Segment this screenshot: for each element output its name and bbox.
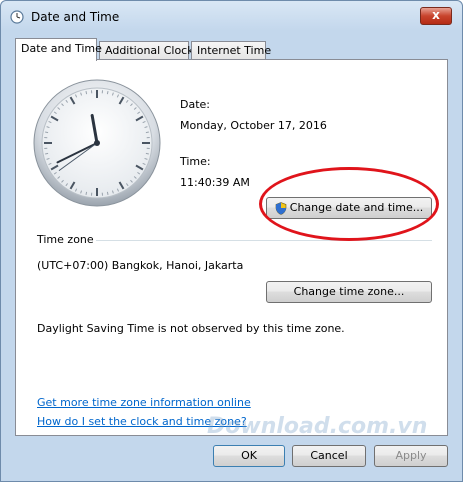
more-time-zone-info-link[interactable]: Get more time zone information online bbox=[37, 396, 251, 409]
time-zone-header: Time zone bbox=[37, 233, 94, 246]
time-zone-separator bbox=[96, 240, 432, 241]
minute-tick bbox=[145, 131, 149, 134]
window-title: Date and Time bbox=[31, 10, 120, 24]
minute-tick bbox=[85, 91, 88, 95]
date-time-dialog: Date and Time x Date and Time Additional… bbox=[0, 0, 463, 482]
dst-note: Daylight Saving Time is not observed by … bbox=[37, 322, 345, 335]
time-value: 11:40:39 AM bbox=[180, 176, 250, 189]
minute-tick bbox=[85, 191, 88, 195]
minute-tick bbox=[145, 152, 149, 155]
date-label: Date: bbox=[180, 98, 210, 111]
highlight-ellipse bbox=[259, 167, 439, 241]
clock-app-icon bbox=[10, 10, 24, 24]
tab-additional-clocks[interactable]: Additional Clocks bbox=[99, 41, 199, 60]
ok-button[interactable]: OK bbox=[213, 445, 285, 467]
close-button[interactable]: x bbox=[420, 7, 452, 25]
analog-clock bbox=[33, 79, 161, 207]
tab-panel: Date: Monday, October 17, 2016 Time: 11:… bbox=[15, 59, 448, 436]
watermark: Download.com.vn bbox=[207, 414, 428, 439]
clock-center bbox=[94, 140, 100, 146]
date-value: Monday, October 17, 2016 bbox=[180, 119, 327, 132]
cancel-button[interactable]: Cancel bbox=[292, 445, 366, 467]
time-label: Time: bbox=[180, 155, 211, 168]
minute-tick bbox=[106, 191, 109, 195]
change-time-zone-button[interactable]: Change time zone... bbox=[266, 281, 432, 303]
minute-tick bbox=[45, 152, 49, 155]
close-icon: x bbox=[432, 8, 440, 22]
tab-date-and-time[interactable]: Date and Time bbox=[15, 38, 102, 61]
minute-tick bbox=[45, 131, 49, 134]
tab-internet-time[interactable]: Internet Time bbox=[191, 41, 271, 60]
time-zone-value: (UTC+07:00) Bangkok, Hanoi, Jakarta bbox=[37, 259, 244, 272]
title-bar[interactable]: Date and Time x bbox=[1, 1, 462, 31]
apply-button[interactable]: Apply bbox=[374, 445, 448, 467]
minute-tick bbox=[106, 91, 109, 95]
